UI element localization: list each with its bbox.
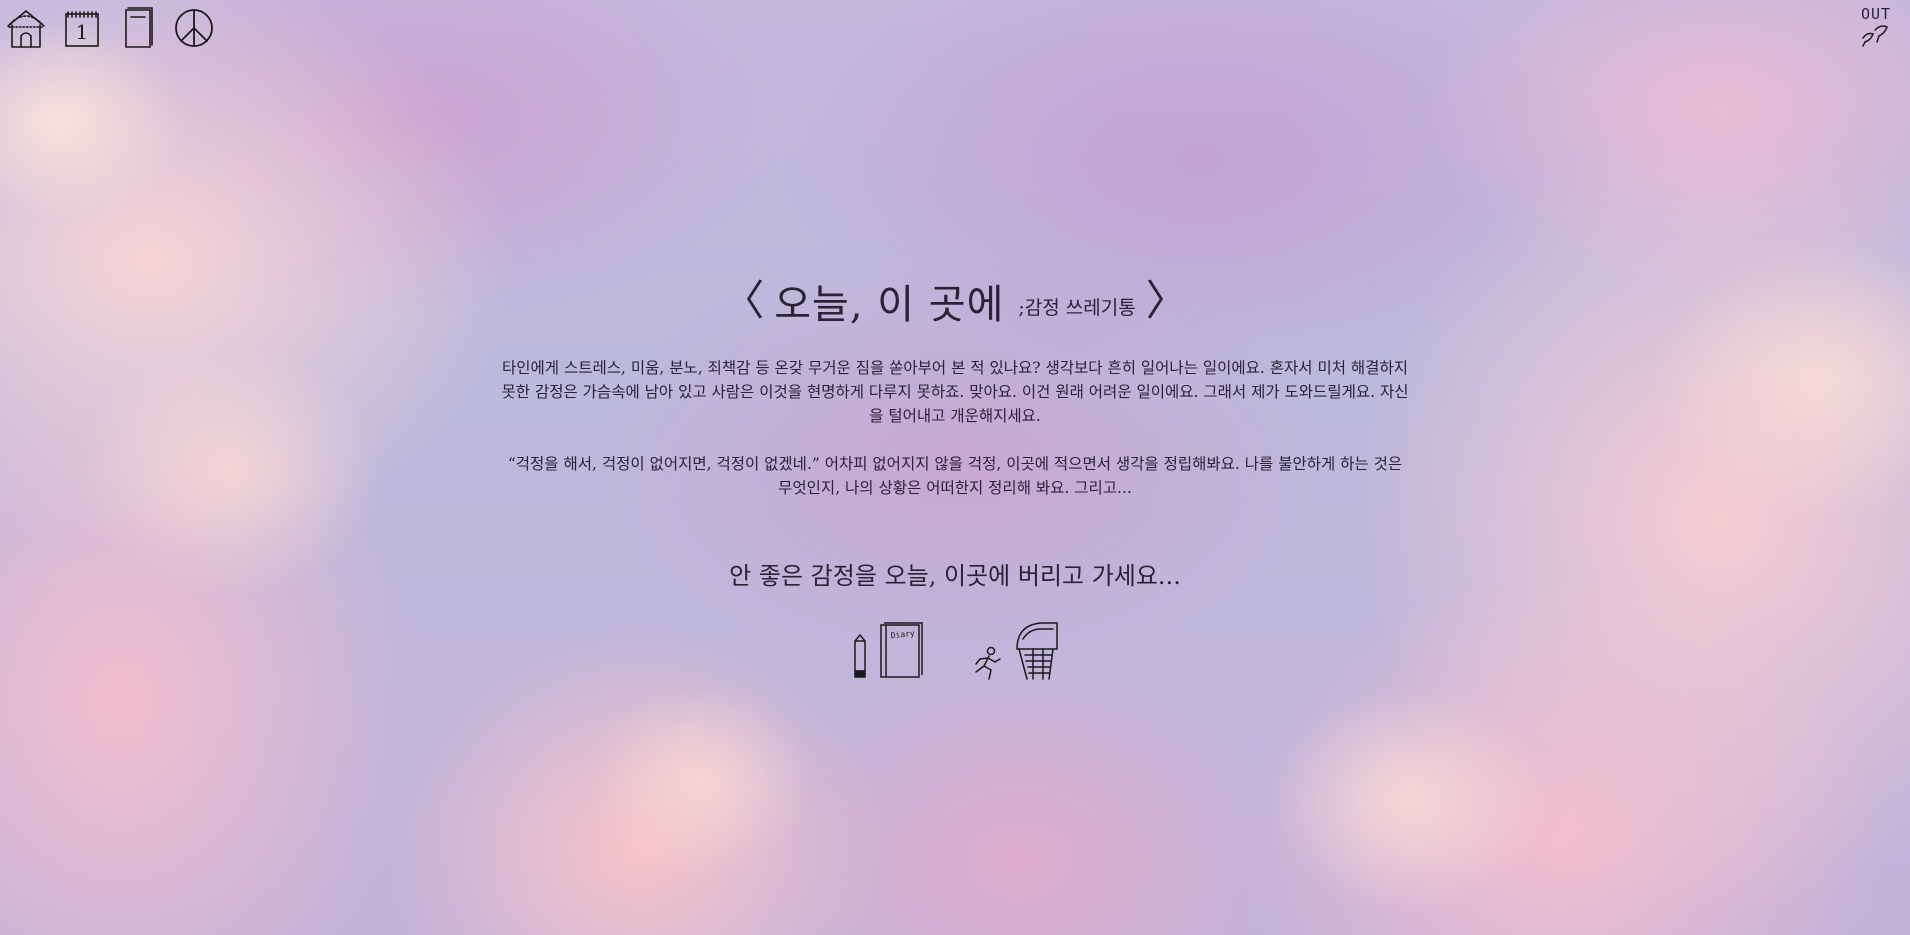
page-title: 오늘, 이 곳에: [774, 282, 1005, 328]
title-bracket-right: 〉: [1145, 276, 1188, 325]
diary-label: Diary: [890, 629, 915, 640]
quote-paragraph: “걱정을 해서, 걱정이 없어지면, 걱정이 없겠네.” 어차피 없어지지 않을…: [507, 455, 1403, 497]
page-subtitle: ;감정 쓰레기통: [1018, 297, 1136, 319]
leave-button[interactable]: [969, 619, 1059, 681]
intro-paragraph: 타인에게 스트레스, 미움, 분노, 죄책감 등 온갖 무거운 짐을 쏟아부어 …: [501, 359, 1409, 425]
action-row: Diary: [490, 619, 1420, 681]
running-person-icon: [975, 646, 1001, 680]
calendar-icon: 1: [65, 11, 99, 47]
out-button[interactable]: OUT: [1854, 6, 1898, 54]
notebook-icon: [125, 7, 153, 48]
tagline: 안 좋은 감정을 오늘, 이곳에 버리고 가세요...: [729, 562, 1181, 590]
walking-feet-icon: [1862, 25, 1888, 47]
diary-book-icon: Diary: [880, 622, 923, 678]
pencil-icon: [854, 633, 866, 678]
title-row: 〈 오늘, 이 곳에 ;감정 쓰레기통 〉: [490, 272, 1420, 330]
calendar-day: 1: [76, 20, 89, 44]
nav-calendar-button[interactable]: 1: [58, 4, 106, 52]
write-diary-button[interactable]: Diary: [851, 621, 925, 681]
peace-icon: [175, 9, 213, 47]
top-nav: 1: [2, 4, 218, 52]
main-content: 〈 오늘, 이 곳에 ;감정 쓰레기통 〉 타인에게 스트레스, 미움, 분노,…: [490, 272, 1420, 681]
nav-notes-button[interactable]: [114, 4, 162, 52]
out-label: OUT: [1860, 5, 1892, 23]
nav-peace-button[interactable]: [170, 4, 218, 52]
title-bracket-left: 〈: [722, 276, 765, 325]
house-icon: [7, 10, 45, 48]
nav-home-button[interactable]: [2, 4, 50, 52]
train-icon: [1016, 622, 1058, 680]
